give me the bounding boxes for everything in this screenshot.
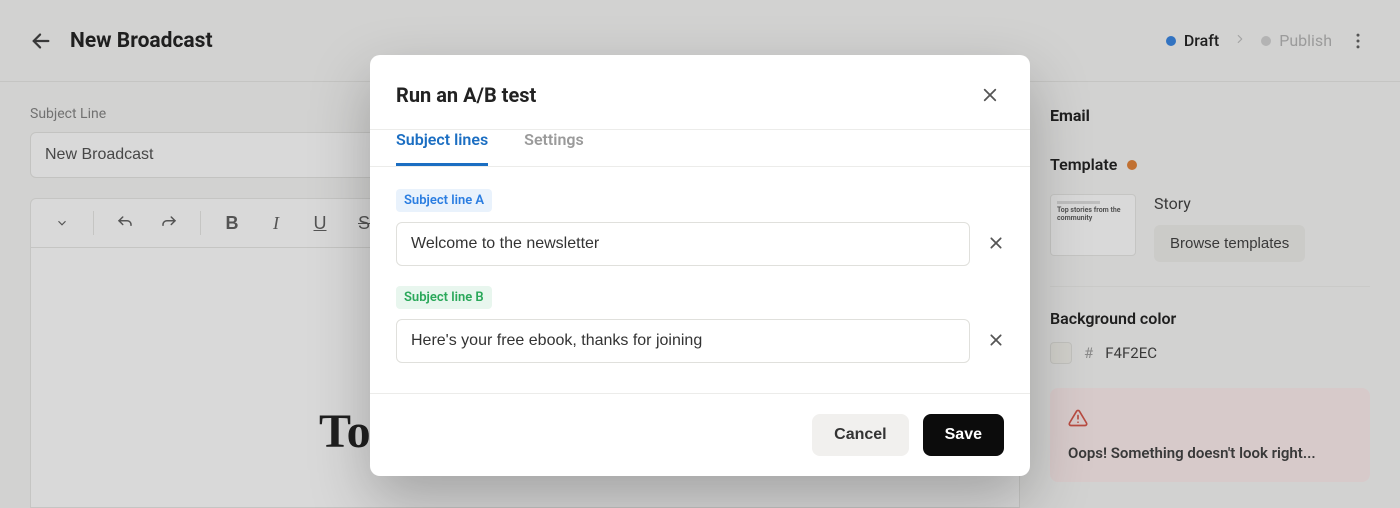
remove-variant-b-button[interactable] xyxy=(988,331,1004,351)
close-icon xyxy=(988,332,1004,348)
tab-settings[interactable]: Settings xyxy=(524,130,584,166)
modal-close-button[interactable] xyxy=(976,81,1004,109)
subject-b-input[interactable] xyxy=(396,319,970,363)
cancel-button[interactable]: Cancel xyxy=(812,414,908,456)
remove-variant-a-button[interactable] xyxy=(988,234,1004,254)
badge-subject-b: Subject line B xyxy=(396,286,492,309)
tab-subject-lines[interactable]: Subject lines xyxy=(396,130,488,166)
subject-a-input[interactable] xyxy=(396,222,970,266)
badge-subject-a: Subject line A xyxy=(396,189,492,212)
modal-title: Run an A/B test xyxy=(396,83,536,107)
modal-overlay[interactable]: Run an A/B test Subject lines Settings S… xyxy=(0,0,1400,508)
ab-test-modal: Run an A/B test Subject lines Settings S… xyxy=(370,55,1030,476)
close-icon xyxy=(988,235,1004,251)
save-button[interactable]: Save xyxy=(923,414,1004,456)
close-icon xyxy=(981,86,999,104)
